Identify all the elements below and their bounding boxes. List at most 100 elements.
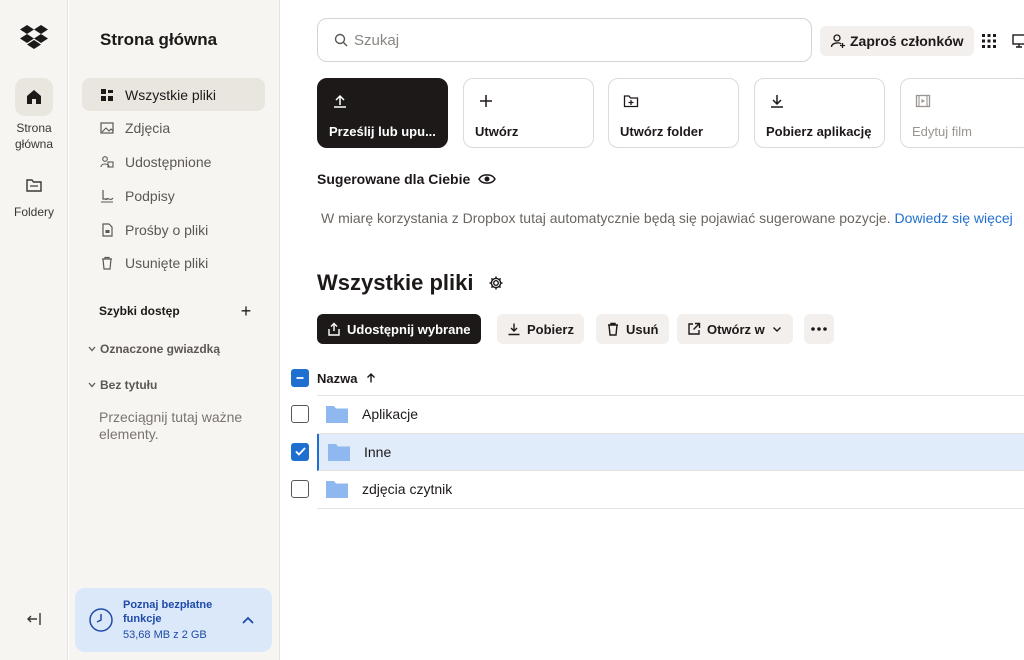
chevron-down-icon (85, 346, 99, 352)
dropbox-logo-icon[interactable] (19, 24, 49, 50)
sort-ascending-icon[interactable] (365, 372, 377, 384)
suggested-description: W miarę korzystania z Dropbox tutaj auto… (321, 210, 891, 226)
add-user-icon (830, 34, 845, 48)
promo-title: Poznaj bezpłatne funkcje (123, 599, 213, 625)
plus-icon (480, 95, 492, 107)
new-folder-icon (623, 95, 639, 108)
search-input[interactable]: Szukaj (317, 18, 812, 62)
sidebar-nav: Wszystkie pliki Zdjęcia Udostępnione Pod… (82, 78, 265, 281)
file-list: Aplikacje Inne zdjęcia czytnik (281, 396, 1024, 509)
create-button[interactable]: Utwórz (463, 78, 594, 148)
film-icon (915, 94, 931, 108)
file-request-icon (99, 222, 115, 238)
signature-icon (99, 188, 115, 204)
search-icon (334, 33, 348, 47)
minus-icon (296, 377, 304, 379)
storage-usage: 53,68 MB z 2 GB (123, 629, 207, 641)
free-features-promo[interactable]: Poznaj bezpłatne funkcje 53,68 MB z 2 GB (75, 588, 272, 652)
download-button[interactable]: Pobierz (497, 314, 584, 344)
upload-label: Prześlij lub upu... (329, 124, 436, 139)
sidebar-item-signatures[interactable]: Podpisy (82, 179, 265, 212)
check-icon (294, 447, 306, 456)
untitled-group-toggle[interactable]: Bez tytułu (85, 378, 157, 392)
sidebar-item-deleted-files[interactable]: Usunięte pliki (82, 247, 265, 280)
file-name: Inne (364, 443, 392, 460)
quick-access-header: Szybki dostęp + (99, 302, 255, 320)
name-column-header[interactable]: Nazwa (317, 371, 357, 386)
select-all-checkbox[interactable] (291, 369, 309, 387)
upload-button[interactable]: Prześlij lub upu... (317, 78, 448, 148)
quick-access-title: Szybki dostęp (99, 304, 180, 318)
apps-grid-icon[interactable] (981, 33, 997, 49)
external-link-icon (688, 322, 701, 335)
drag-hint-text: Przeciągnij tutaj ważne elementy. (99, 409, 243, 442)
download-icon (771, 95, 783, 108)
delete-label: Usuń (626, 321, 659, 337)
eye-icon[interactable] (478, 172, 497, 186)
chevron-down-icon (85, 382, 99, 388)
download-icon (508, 323, 520, 336)
rail-folders-label: Foldery (13, 205, 54, 219)
share-selected-button[interactable]: Udostępnij wybrane (317, 314, 481, 344)
invite-members-label: Zaproś członków (850, 33, 964, 49)
delete-button[interactable]: Usuń (596, 314, 669, 344)
left-rail: Strona główna Foldery (0, 0, 68, 660)
folder-icon (15, 170, 53, 200)
sidebar-item-label: Zdjęcia (125, 120, 171, 137)
create-label: Utwórz (475, 124, 519, 139)
table-row[interactable]: Aplikacje (281, 396, 1024, 434)
learn-more-link[interactable]: Dowiedz się więcej (895, 210, 1013, 226)
row-checkbox[interactable] (291, 480, 309, 498)
edit-video-label: Edytuj film (912, 124, 972, 139)
storage-meter-icon (89, 608, 113, 632)
invite-members-button[interactable]: Zaproś członków (820, 26, 974, 56)
folder-icon (326, 481, 348, 499)
collapse-sidebar-icon[interactable] (22, 607, 46, 631)
open-in-button[interactable]: Otwórz w (677, 314, 793, 344)
main-content: Szukaj Zaproś członków Prześlij lub upu.… (281, 0, 1024, 660)
row-cell: Inne (317, 433, 1024, 471)
file-name: zdjęcia czytnik (362, 481, 453, 498)
row-cell: Aplikacje (317, 396, 1024, 434)
rail-home-button[interactable]: Strona główna (4, 78, 64, 152)
home-icon (15, 78, 53, 116)
sidebar: Strona główna Wszystkie pliki Zdjęcia Ud… (69, 0, 280, 660)
get-app-label: Pobierz aplikację (766, 124, 872, 139)
gear-icon[interactable] (488, 275, 504, 291)
open-in-label: Otwórz w (707, 321, 765, 337)
table-header: Nazwa (291, 368, 1024, 388)
sidebar-title: Strona główna (100, 30, 218, 49)
folder-icon (328, 443, 350, 461)
all-files-header: Wszystkie pliki (317, 270, 504, 296)
sidebar-item-file-requests[interactable]: Prośby o pliki (82, 213, 265, 246)
folder-icon (326, 406, 348, 424)
row-checkbox[interactable] (291, 442, 309, 461)
suggested-title: Sugerowane dla Ciebie (317, 171, 471, 187)
rail-home-label: Strona główna (14, 121, 54, 151)
edit-video-button[interactable]: Edytuj film (900, 78, 1024, 148)
get-app-button[interactable]: Pobierz aplikację (754, 78, 885, 148)
chevron-down-icon (772, 327, 781, 332)
sidebar-item-shared[interactable]: Udostępnione (82, 146, 265, 179)
suggested-header: Sugerowane dla Ciebie (317, 171, 497, 187)
starred-group-toggle[interactable]: Oznaczone gwiazdką (85, 342, 220, 356)
table-row[interactable]: zdjęcia czytnik (281, 471, 1024, 509)
row-checkbox[interactable] (291, 405, 309, 423)
sidebar-item-photos[interactable]: Zdjęcia (82, 112, 265, 145)
sidebar-item-label: Udostępnione (125, 154, 212, 171)
share-icon (328, 322, 340, 336)
sidebar-item-label: Wszystkie pliki (125, 86, 217, 103)
add-quick-access-icon[interactable]: + (237, 302, 255, 320)
sidebar-item-label: Usunięte pliki (125, 255, 209, 272)
sidebar-item-all-files[interactable]: Wszystkie pliki (82, 78, 265, 111)
sidebar-item-label: Podpisy (125, 187, 175, 204)
desktop-app-icon[interactable] (1011, 33, 1024, 49)
table-row[interactable]: Inne (281, 433, 1024, 471)
photo-icon (99, 120, 115, 136)
create-folder-button[interactable]: Utwórz folder (608, 78, 739, 148)
more-options-button[interactable] (804, 314, 834, 344)
chevron-up-icon[interactable] (240, 612, 256, 628)
rail-folders-button[interactable]: Foldery (4, 170, 64, 220)
create-folder-label: Utwórz folder (620, 124, 704, 139)
trash-icon (608, 322, 618, 336)
